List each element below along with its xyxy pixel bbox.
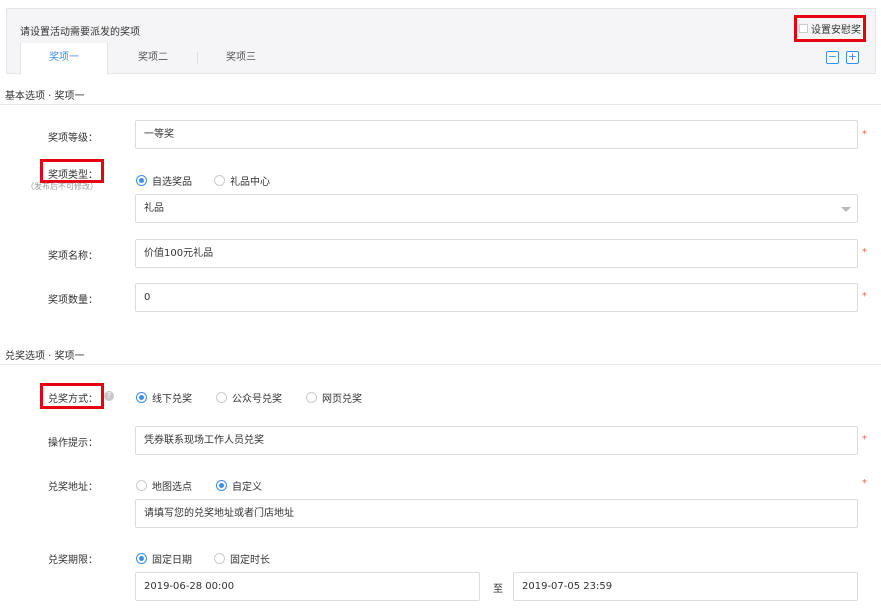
level-input[interactable]: 一等奖 [135,120,858,149]
radio-label: 线下兑奖 [152,394,192,405]
radio-label: 自定义 [232,482,262,493]
address-label: 兑奖地址： [48,482,98,493]
quantity-label: 奖项数量： [48,295,98,306]
minus-icon: − [827,50,838,63]
tab-prize-3[interactable]: 奖项三 [198,43,284,74]
radio-fixed-date[interactable]: 固定日期 [136,551,192,566]
type-radio-group: 自选奖品 礼品中心 [136,173,270,188]
required-mark: * [862,478,867,489]
radio-label: 固定时长 [230,555,270,566]
end-date-input[interactable]: 2019-07-05 23:59 [513,572,858,601]
radio-icon[interactable] [136,480,147,491]
redeem-section-title: 兑奖选项 · 奖项一 [5,351,85,362]
radio-label: 固定日期 [152,555,192,566]
name-label: 奖项名称： [48,251,98,262]
radio-gift-center[interactable]: 礼品中心 [214,173,270,188]
required-mark: * [862,247,867,258]
required-mark: * [862,291,867,302]
gift-select[interactable]: 礼品 [135,194,858,223]
address-radio-group: 地图选点 自定义 [136,478,262,493]
level-label: 奖项等级： [48,133,98,144]
radio-offline-redeem[interactable]: 线下兑奖 [136,390,192,405]
radio-label: 网页兑奖 [322,394,362,405]
divider [0,364,881,365]
radio-webpage-redeem[interactable]: 网页兑奖 [306,390,362,405]
method-radio-group: 线下兑奖 公众号兑奖 网页兑奖 [136,390,362,405]
radio-selected-icon[interactable] [136,392,147,403]
hint-label: 操作提示： [48,438,98,449]
radio-label: 自选奖品 [152,177,192,188]
radio-map-select[interactable]: 地图选点 [136,478,192,493]
remove-prize-button[interactable]: − [826,51,839,64]
period-label: 兑奖期限： [48,555,98,566]
help-icon[interactable]: ? [104,391,114,401]
basic-section-title: 基本选项 · 奖项一 [5,91,85,102]
consolation-prize-checkbox[interactable]: 设置安慰奖 [794,15,866,42]
checkbox-icon[interactable] [799,24,808,33]
tab-prize-2[interactable]: 奖项二 [110,43,196,74]
hint-input[interactable]: 凭券联系现场工作人员兑奖 [135,426,858,455]
quantity-input[interactable]: 0 [135,283,858,312]
required-mark: * [862,434,867,445]
radio-icon[interactable] [216,392,227,403]
radio-selected-icon[interactable] [216,480,227,491]
radio-custom-gift[interactable]: 自选奖品 [136,173,192,188]
panel-title: 请设置活动需要派发的奖项 [20,27,140,38]
radio-label: 地图选点 [152,482,192,493]
add-prize-button[interactable]: + [846,51,859,64]
type-label: 奖项类型： [48,170,98,181]
radio-custom-address[interactable]: 自定义 [216,478,262,493]
radio-label: 礼品中心 [230,177,270,188]
radio-label: 公众号兑奖 [232,394,282,405]
radio-icon[interactable] [214,553,225,564]
required-mark: * [862,129,867,140]
start-date-input[interactable]: 2019-06-28 00:00 [135,572,480,601]
radio-icon[interactable] [214,175,225,186]
radio-selected-icon[interactable] [136,553,147,564]
prize-name-input[interactable]: 价值100元礼品 [135,239,858,268]
radio-icon[interactable] [306,392,317,403]
tab-prize-1[interactable]: 奖项一 [20,43,108,75]
plus-icon: + [847,50,858,63]
to-label: 至 [493,584,503,595]
type-note: （发布后不可修改） [26,182,98,191]
radio-fixed-duration[interactable]: 固定时长 [214,551,270,566]
radio-selected-icon[interactable] [136,175,147,186]
consolation-prize-label: 设置安慰奖 [811,25,861,36]
period-radio-group: 固定日期 固定时长 [136,551,270,566]
address-input[interactable]: 请填写您的兑奖地址或者门店地址 [135,499,858,528]
radio-official-account-redeem[interactable]: 公众号兑奖 [216,390,282,405]
method-label: 兑奖方式： [48,394,98,405]
divider [0,104,881,105]
chevron-down-icon[interactable] [841,207,851,212]
